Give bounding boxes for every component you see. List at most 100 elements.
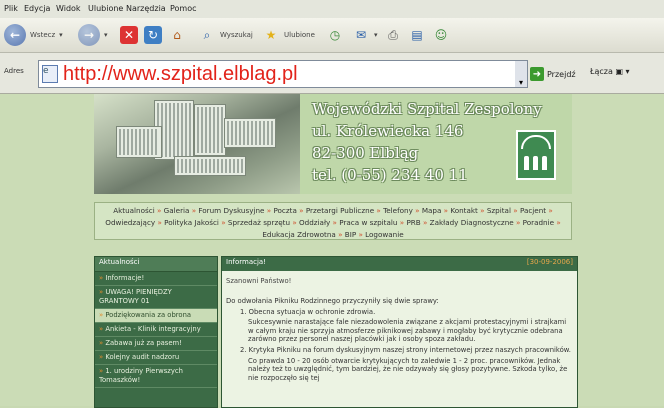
print-button[interactable]: ⎙ <box>384 26 402 44</box>
search-icon: ⌕ <box>203 27 211 42</box>
nav-link[interactable]: PRB <box>406 218 420 227</box>
nav-link[interactable]: Zakłady Diagnostyczne <box>430 218 514 227</box>
nav-link[interactable]: Telefony <box>383 206 413 215</box>
nav-link[interactable]: Szpital <box>487 206 511 215</box>
favorites-label: Ulubione <box>284 31 315 39</box>
back-label: Wstecz <box>30 31 56 39</box>
site-banner: Wojewódzki Szpital Zespolony ul. Królewi… <box>94 94 572 194</box>
menu-item-file[interactable]: Plik <box>4 4 18 13</box>
home-icon: ⌂ <box>173 28 181 42</box>
nav-separator: » <box>510 206 520 215</box>
nav-separator: » <box>477 206 487 215</box>
nav-separator: » <box>441 206 451 215</box>
go-button[interactable]: ➜ Przejdź <box>530 67 576 81</box>
menu-item-help[interactable]: Pomoc <box>170 4 197 13</box>
banner-hospital-name: Wojewódzki Szpital Zespolony <box>312 100 542 118</box>
nav-separator: » <box>513 218 523 227</box>
sidebar-news-item[interactable]: » Informacje! <box>95 272 217 286</box>
nav-link[interactable]: Aktualności <box>113 206 155 215</box>
article-intro: Do odwołania Pikniku Rodzinnego przyczyn… <box>226 297 439 305</box>
sidebar-news-label: Zabawa już za pasem! <box>105 339 182 347</box>
address-input[interactable]: e http://www.szpital.elblag.pl ▾ <box>38 60 528 88</box>
menu-item-tools[interactable]: Narzędzia <box>126 4 166 13</box>
nav-separator: » <box>155 218 165 227</box>
sidebar-list: » Informacje!» UWAGA! PIENIĘDZY GRANTOWY… <box>95 272 217 388</box>
article-header: Informacja! [30-09-2006] <box>222 257 577 271</box>
stop-button[interactable]: ✕ <box>120 26 138 44</box>
favorites-button[interactable]: ★ Ulubione <box>262 26 315 44</box>
messenger-button[interactable]: ☺ <box>432 26 450 44</box>
edit-icon: ▤ <box>411 28 423 42</box>
sidebar-news-item[interactable]: » 1. urodziny Pierwszych Tomaszków! <box>95 365 217 388</box>
hospital-logo <box>516 130 556 180</box>
refresh-button[interactable]: ↻ <box>144 26 162 44</box>
nav-link[interactable]: Logowanie <box>365 230 404 239</box>
hospital-photo <box>94 94 300 194</box>
address-bar: Adres e http://www.szpital.elblag.pl ▾ ➜… <box>0 53 664 94</box>
nav-link[interactable]: Praca w szpitalu <box>339 218 397 227</box>
article-point-1-text: Sukcesywnie narastające fale niezadowole… <box>248 318 567 344</box>
nav-link[interactable]: Oddziały <box>299 218 330 227</box>
nav-link[interactable]: Sprzedaż sprzętu <box>228 218 290 227</box>
address-dropdown-icon[interactable]: ▾ <box>515 61 527 87</box>
nav-separator: » <box>546 206 553 215</box>
search-label: Wyszukaj <box>220 31 253 39</box>
banner-city: 82-300 Elbląg <box>312 144 419 162</box>
edit-button[interactable]: ▤ <box>408 26 426 44</box>
messenger-icon: ☺ <box>434 28 448 42</box>
nav-link[interactable]: Poradnie <box>523 218 554 227</box>
go-arrow-icon: ➜ <box>530 67 544 81</box>
nav-link[interactable]: Edukacja Zdrowotna <box>262 230 335 239</box>
article-point-2-text: Co prawda 10 - 20 osób otwarcie krytykuj… <box>248 356 568 382</box>
sidebar-news-label: Podziękowania za obrona <box>105 311 192 319</box>
sidebar-news-item[interactable]: » Ankieta - Klinik integracyjny <box>95 323 217 337</box>
links-label: Łącza <box>590 67 613 76</box>
nav-link[interactable]: Pacjent <box>520 206 546 215</box>
mail-button[interactable]: ✉ ▾ <box>352 26 378 44</box>
chevron-down-icon: ▾ <box>59 31 63 39</box>
banner-street: ul. Królewiecka 146 <box>312 122 464 140</box>
nav-link[interactable]: Forum Dyskusyjne <box>198 206 264 215</box>
nav-separator: » <box>296 206 306 215</box>
search-button[interactable]: ⌕ Wyszukaj <box>198 26 253 44</box>
sidebar-news-item[interactable]: » Podziękowania za obrona <box>95 309 217 323</box>
nav-separator: » <box>335 230 345 239</box>
news-sidebar: Aktualności » Informacje!» UWAGA! PIENIĘ… <box>94 256 218 408</box>
nav-link[interactable]: Odwiedzający <box>105 218 155 227</box>
chevron-down-icon: ▾ <box>374 31 378 39</box>
nav-separator: » <box>374 206 384 215</box>
nav-link[interactable]: Kontakt <box>450 206 478 215</box>
nav-links: Aktualności » Galeria » Forum Dyskusyjne… <box>105 206 560 239</box>
print-icon: ⎙ <box>388 27 398 42</box>
nav-separator: » <box>218 218 228 227</box>
history-icon: ◷ <box>329 28 341 42</box>
menu-item-favorites[interactable]: Ulubione <box>88 4 123 13</box>
history-button[interactable]: ◷ <box>326 26 344 44</box>
address-url: http://www.szpital.elblag.pl <box>63 62 298 85</box>
forward-button[interactable]: → ▾ <box>78 24 108 46</box>
nav-link[interactable]: Mapa <box>422 206 442 215</box>
address-label: Adres <box>4 67 24 75</box>
menu-item-edit[interactable]: Edycja <box>24 4 50 13</box>
sidebar-news-item[interactable]: » Zabawa już za pasem! <box>95 337 217 351</box>
sidebar-news-item[interactable]: » UWAGA! PIENIĘDZY GRANTOWY 01 <box>95 286 217 309</box>
nav-link[interactable]: BIP <box>345 230 356 239</box>
toolbar: ← Wstecz ▾ → ▾ ✕ ↻ ⌂ ⌕ Wyszukaj ★ Ulubio… <box>0 18 664 53</box>
menu-item-view[interactable]: Widok <box>56 4 81 13</box>
home-button[interactable]: ⌂ <box>168 26 186 44</box>
sidebar-news-label: UWAGA! PIENIĘDZY GRANTOWY 01 <box>99 288 172 305</box>
chevron-down-icon: ▾ <box>104 31 108 39</box>
nav-link[interactable]: Galeria <box>164 206 190 215</box>
nav-link[interactable]: Polityka Jakości <box>164 218 219 227</box>
refresh-icon: ↻ <box>144 26 162 44</box>
nav-link[interactable]: Poczta <box>273 206 296 215</box>
sidebar-news-label: Informacje! <box>105 274 145 282</box>
article-point-2: 2. Krytyka Pikniku na forum dyskusyjnym … <box>240 345 571 354</box>
links-button[interactable]: Łącza ▣ ▾ <box>590 67 630 76</box>
back-arrow-icon: ← <box>4 24 26 46</box>
main-article: Informacja! [30-09-2006] Szanowni Państw… <box>221 256 578 408</box>
back-button[interactable]: ← Wstecz ▾ <box>4 24 63 46</box>
sidebar-news-item[interactable]: » Kolejny audit nadzoru <box>95 351 217 365</box>
nav-link[interactable]: Przetargi Publiczne <box>306 206 374 215</box>
menu-bar: Plik Edycja Widok Ulubione Narzędzia Pom… <box>0 0 664 19</box>
